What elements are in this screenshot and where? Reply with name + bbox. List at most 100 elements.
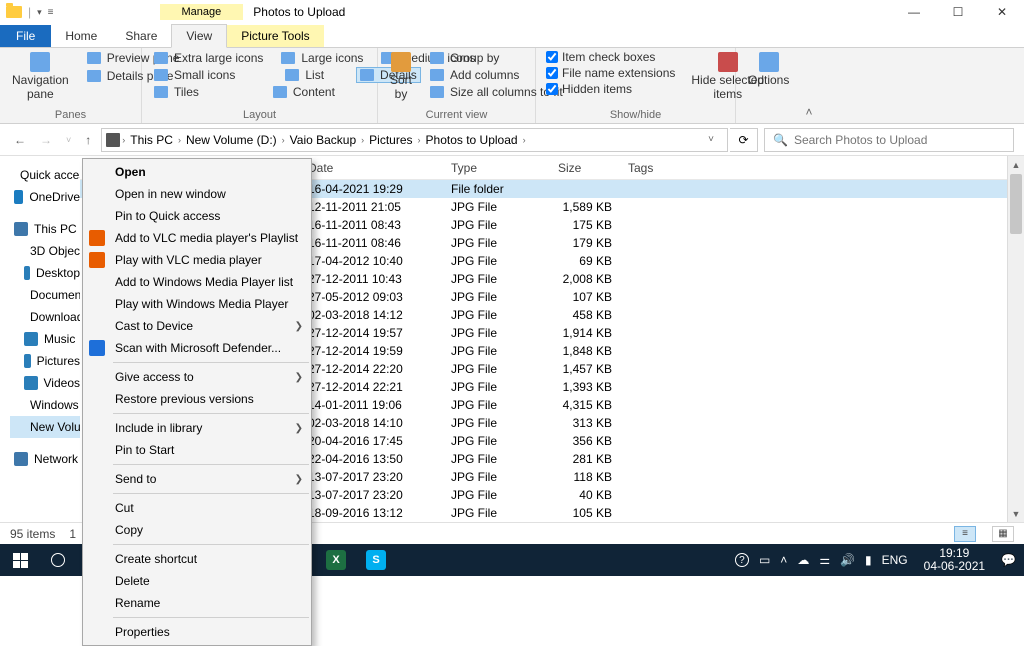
col-type[interactable]: Type xyxy=(443,161,550,175)
menu-item[interactable]: Open in new window xyxy=(83,183,311,205)
tab-home[interactable]: Home xyxy=(51,25,111,47)
tray-wifi-icon[interactable]: ⚌ xyxy=(819,553,830,567)
start-button[interactable] xyxy=(0,544,40,576)
tray-onedrive-icon[interactable]: ☁ xyxy=(797,553,809,567)
item-check-input[interactable] xyxy=(546,51,558,63)
breadcrumb-seg[interactable]: Photos to Upload xyxy=(423,133,521,147)
qat-dropdown-icon[interactable]: ▾ xyxy=(37,7,42,18)
menu-item[interactable]: Add to Windows Media Player list xyxy=(83,271,311,293)
search-input[interactable] xyxy=(794,133,1005,147)
menu-item[interactable]: Scan with Microsoft Defender... xyxy=(83,337,311,359)
search-box[interactable]: 🔍 xyxy=(764,128,1014,152)
menu-item[interactable]: Copy xyxy=(83,519,311,541)
tray-volume-icon[interactable]: 🔊 xyxy=(840,553,855,567)
menu-item[interactable]: Rename xyxy=(83,592,311,614)
nav-recent-icon[interactable]: ˅ xyxy=(62,135,75,145)
breadcrumb-seg[interactable]: New Volume (D:) xyxy=(183,133,280,147)
fne-input[interactable] xyxy=(546,67,558,79)
check-file-extensions[interactable]: File name extensions xyxy=(544,66,677,80)
tree-item[interactable]: Quick access xyxy=(10,164,80,186)
menu-item[interactable]: Give access to❯ xyxy=(83,366,311,388)
tree-item[interactable]: Desktop xyxy=(10,262,80,284)
tree-item[interactable]: This PC xyxy=(10,218,80,240)
taskbar-search-icon[interactable] xyxy=(40,544,76,576)
vertical-scrollbar[interactable]: ▲ ▼ xyxy=(1007,156,1024,522)
nav-tree[interactable]: Quick accessOneDrive This PC3D ObjectsDes… xyxy=(0,156,80,522)
maximize-button[interactable]: ☐ xyxy=(936,0,980,24)
breadcrumb-caret-icon[interactable]: › xyxy=(282,135,285,145)
tab-view[interactable]: View xyxy=(171,24,227,48)
view-details-toggle[interactable]: ≡ xyxy=(954,526,976,542)
view-thumbnails-toggle[interactable]: ▦ xyxy=(992,526,1014,542)
breadcrumb-seg[interactable]: This PC xyxy=(127,133,176,147)
bc-sep[interactable]: › xyxy=(122,135,125,145)
sort-by-button[interactable]: Sort by xyxy=(386,50,416,103)
close-button[interactable]: ✕ xyxy=(980,0,1024,24)
col-tags[interactable]: Tags xyxy=(620,161,1007,175)
tree-item[interactable]: OneDrive xyxy=(10,186,80,208)
breadcrumb-caret-icon[interactable]: › xyxy=(178,135,181,145)
qat-overflow[interactable]: ≡ xyxy=(48,7,54,18)
breadcrumb-caret-icon[interactable]: › xyxy=(361,135,364,145)
ribbon-collapse-icon[interactable]: ˄ xyxy=(798,48,820,123)
tree-item[interactable]: 3D Objects xyxy=(10,240,80,262)
menu-item[interactable]: Delete xyxy=(83,570,311,592)
breadcrumb-caret-icon[interactable]: › xyxy=(523,135,526,145)
tree-item[interactable]: Music xyxy=(10,328,80,350)
breadcrumb[interactable]: › This PC›New Volume (D:)›Vaio Backup›Pi… xyxy=(101,128,728,152)
tray-chevron-up-icon[interactable]: ˄ xyxy=(780,553,787,567)
tree-item[interactable]: Videos xyxy=(10,372,80,394)
tree-item[interactable]: New Volume (D:) xyxy=(10,416,80,438)
tree-item[interactable]: Pictures xyxy=(10,350,80,372)
menu-item[interactable]: Create shortcut xyxy=(83,548,311,570)
taskbar-app-skype[interactable]: S xyxy=(356,544,396,576)
col-date[interactable]: Date xyxy=(300,161,443,175)
tree-item[interactable]: Downloads xyxy=(10,306,80,328)
layout-list[interactable]: List xyxy=(281,67,328,83)
menu-item[interactable]: Play with Windows Media Player xyxy=(83,293,311,315)
tray-notifications-icon[interactable]: 💬 xyxy=(1001,553,1016,567)
breadcrumb-seg[interactable]: Pictures xyxy=(366,133,415,147)
layout-extra-large[interactable]: Extra large icons xyxy=(150,50,267,66)
menu-item[interactable]: Cast to Device❯ xyxy=(83,315,311,337)
check-hidden-items[interactable]: Hidden items xyxy=(544,82,677,96)
nav-up-icon[interactable]: ↑ xyxy=(81,133,95,147)
menu-item[interactable]: Pin to Start xyxy=(83,439,311,461)
menu-item[interactable]: Include in library❯ xyxy=(83,417,311,439)
tree-item[interactable]: Documents xyxy=(10,284,80,306)
menu-item[interactable]: Add to VLC media player's Playlist xyxy=(83,227,311,249)
menu-item[interactable]: Open xyxy=(83,161,311,183)
tray-battery-icon[interactable]: ▮ xyxy=(865,553,872,567)
scroll-down-icon[interactable]: ▼ xyxy=(1008,505,1024,522)
breadcrumb-dropdown-icon[interactable]: ˅ xyxy=(708,134,714,145)
menu-item[interactable]: Cut xyxy=(83,497,311,519)
refresh-button[interactable]: ⟳ xyxy=(730,128,758,152)
contextual-tab-manage[interactable]: Manage xyxy=(160,4,244,20)
layout-tiles[interactable]: Tiles xyxy=(150,84,203,100)
tray-help-icon[interactable]: ? xyxy=(735,553,749,567)
minimize-button[interactable]: ― xyxy=(892,0,936,24)
layout-small[interactable]: Small icons xyxy=(150,67,239,83)
options-button[interactable]: Options xyxy=(744,50,793,89)
menu-item[interactable]: Properties xyxy=(83,621,311,643)
tab-share[interactable]: Share xyxy=(111,25,171,47)
taskbar-clock[interactable]: 19:19 04-06-2021 xyxy=(918,547,991,573)
check-item-checkboxes[interactable]: Item check boxes xyxy=(544,50,677,64)
layout-content[interactable]: Content xyxy=(269,84,339,100)
col-size[interactable]: Size xyxy=(550,161,620,175)
scroll-up-icon[interactable]: ▲ xyxy=(1008,156,1024,173)
menu-item[interactable]: Send to❯ xyxy=(83,468,311,490)
tree-item[interactable]: Network xyxy=(10,448,80,470)
tree-item[interactable]: Windows (C:) xyxy=(10,394,80,416)
navigation-pane-button[interactable]: Navigation pane xyxy=(8,50,73,103)
menu-item[interactable]: Play with VLC media player xyxy=(83,249,311,271)
menu-item[interactable]: Pin to Quick access xyxy=(83,205,311,227)
nav-back-icon[interactable]: ← xyxy=(10,133,30,147)
tray-language[interactable]: ENG xyxy=(882,553,908,567)
breadcrumb-seg[interactable]: Vaio Backup xyxy=(287,133,360,147)
menu-item[interactable]: Restore previous versions xyxy=(83,388,311,410)
nav-forward-icon[interactable]: → xyxy=(36,133,56,147)
scroll-thumb[interactable] xyxy=(1010,174,1022,234)
tray-meet-now-icon[interactable]: ▭ xyxy=(759,553,770,567)
hidden-input[interactable] xyxy=(546,83,558,95)
